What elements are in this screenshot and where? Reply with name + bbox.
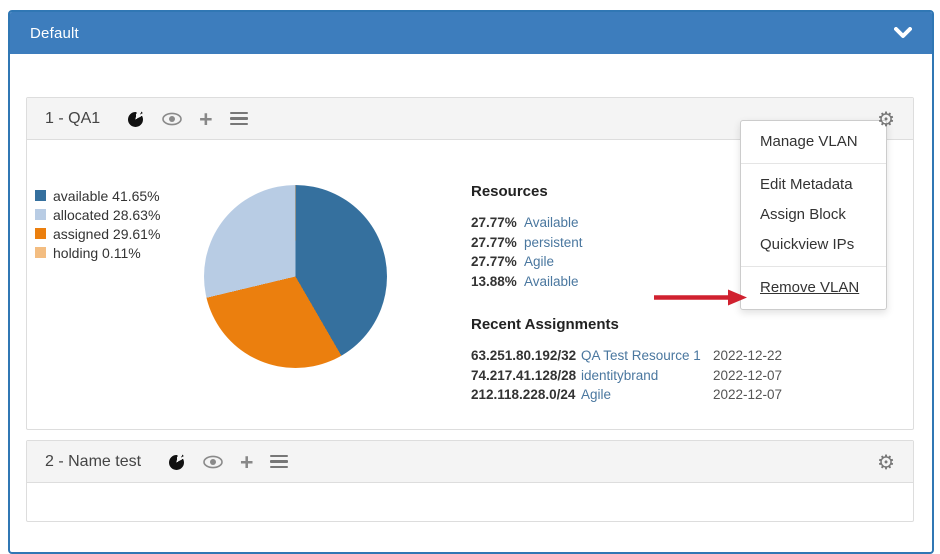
resource-pct: 27.77%	[471, 215, 517, 230]
vlan-title: 2 - Name test	[45, 452, 142, 470]
assignment-row: 63.251.80.192/32 QA Test Resource 1 2022-1…	[471, 346, 782, 366]
resource-pct: 27.77%	[471, 234, 517, 250]
vlan-panel-name-test: 2 - Name test + ⚙	[26, 440, 914, 522]
resource-pct: 13.88%	[471, 273, 517, 289]
gear-icon[interactable]: ⚙	[877, 452, 895, 472]
list-icon[interactable]	[229, 111, 248, 126]
menu-item-quickview-ips[interactable]: Quickview IPs	[741, 230, 886, 260]
assignment-date: 2022-12-07	[713, 367, 783, 383]
assignment-date: 2022-12-07	[713, 387, 783, 402]
list-icon[interactable]	[270, 454, 289, 469]
recent-assignments-heading: Recent Assignments	[471, 316, 619, 333]
utilization-pie-chart	[204, 185, 387, 368]
legend-item: allocated 28.63%	[35, 205, 160, 224]
vlan-panel-header: 2 - Name test + ⚙	[27, 441, 913, 483]
assignment-resource-link[interactable]: QA Test Resource 1	[581, 346, 713, 366]
resources-heading: Resources	[471, 183, 548, 200]
eye-icon[interactable]	[162, 112, 182, 126]
menu-item-manage-vlan[interactable]: Manage VLAN	[741, 127, 886, 157]
pie-chart-icon[interactable]	[128, 110, 146, 127]
red-arrow-annotation	[654, 289, 747, 306]
chevron-down-icon[interactable]	[894, 27, 912, 39]
legend-item: available 41.65%	[35, 186, 160, 205]
assignment-cidr: 63.251.80.192/32	[471, 348, 577, 363]
assignment-cidr: 74.217.41.128/28	[471, 367, 577, 383]
menu-item-assign-block[interactable]: Assign Block	[741, 200, 886, 230]
plus-icon[interactable]: +	[240, 450, 253, 473]
assignment-date: 2022-12-22	[713, 348, 783, 363]
resource-row: 27.77% persistent	[471, 233, 583, 253]
gear-icon[interactable]: ⚙	[877, 109, 895, 129]
page: Default 1 - QA1 + ⚙ available 41.65% all…	[0, 0, 940, 554]
resource-link[interactable]: Available	[524, 272, 579, 292]
resource-row: 27.77% Available	[471, 213, 583, 233]
accordion-title: Default	[30, 24, 79, 42]
vlan-toolbar: +	[128, 107, 248, 130]
legend-item: assigned 29.61%	[35, 224, 160, 243]
assignment-row: 212.118.228.0/24 Agile 2022-12-07	[471, 385, 782, 405]
menu-item-remove-vlan[interactable]: Remove VLAN	[741, 273, 886, 303]
resource-link[interactable]: Available	[524, 213, 579, 233]
assignment-resource-link[interactable]: identitybrand	[581, 366, 713, 386]
legend-swatch-allocated	[35, 209, 46, 220]
pie-chart-icon[interactable]	[169, 453, 187, 470]
resource-pct: 27.77%	[471, 254, 517, 269]
menu-item-edit-metadata[interactable]: Edit Metadata	[741, 170, 886, 200]
resource-link[interactable]: Agile	[524, 252, 554, 272]
pie-legend: available 41.65% allocated 28.63% assign…	[35, 186, 160, 262]
menu-divider	[741, 266, 886, 267]
resource-row: 27.77% Agile	[471, 252, 583, 272]
legend-label: available 41.65%	[53, 187, 160, 204]
legend-label: allocated 28.63%	[53, 206, 161, 223]
assignment-resource-link[interactable]: Agile	[581, 385, 713, 405]
resource-row: 13.88% Available	[471, 272, 583, 292]
resource-link[interactable]: persistent	[524, 233, 583, 253]
recent-assignments-section: Recent Assignments 63.251.80.192/32 QA Te…	[471, 316, 782, 405]
legend-item: holding 0.11%	[35, 243, 160, 262]
assignment-cidr: 212.118.228.0/24	[471, 387, 576, 402]
resources-section: Resources 27.77% Available 27.77% persiste…	[471, 183, 583, 291]
legend-label: assigned 29.61%	[53, 225, 161, 242]
eye-icon[interactable]	[203, 455, 223, 469]
accordion-header[interactable]: Default	[10, 12, 932, 54]
legend-swatch-available	[35, 190, 46, 201]
vlan-title: 1 - QA1	[45, 109, 101, 127]
menu-divider	[741, 163, 886, 164]
plus-icon[interactable]: +	[199, 107, 212, 130]
assignment-row: 74.217.41.128/28 identitybrand 2022-12-07	[471, 366, 782, 386]
legend-swatch-holding	[35, 247, 46, 258]
vlan-toolbar: +	[169, 450, 289, 473]
legend-swatch-assigned	[35, 228, 46, 239]
legend-label: holding 0.11%	[53, 244, 141, 261]
vlan-actions-menu: Manage VLAN Edit Metadata Assign Block Q…	[740, 120, 887, 310]
